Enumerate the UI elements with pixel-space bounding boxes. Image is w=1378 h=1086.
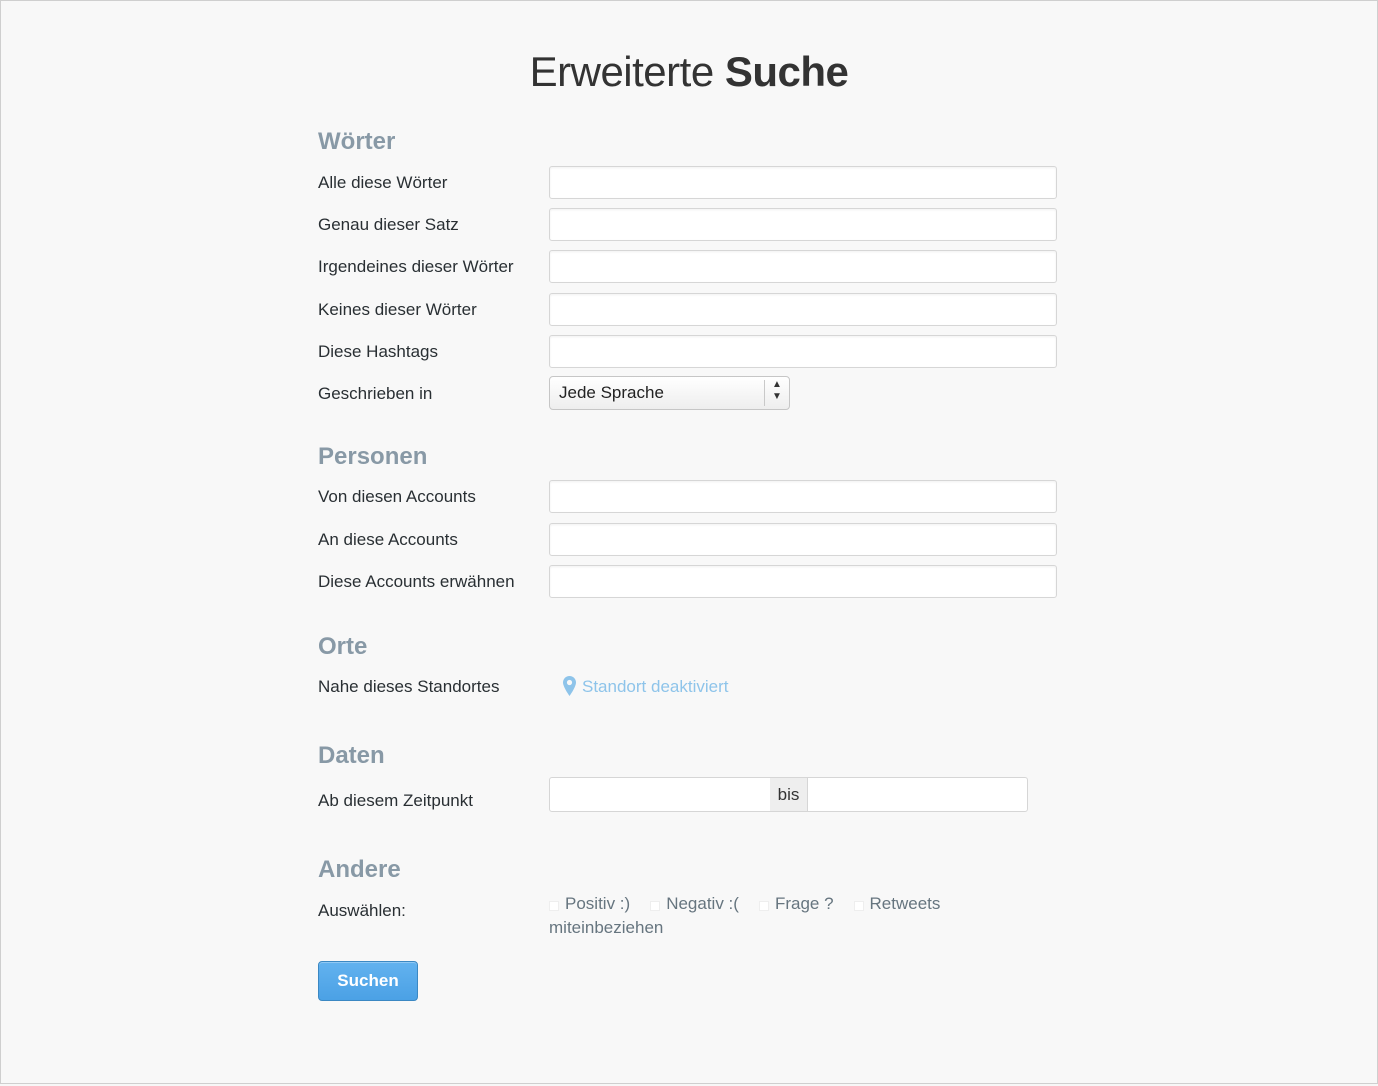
location-status: Standort deaktiviert (582, 677, 729, 696)
checkbox-question[interactable] (758, 901, 769, 911)
since-date-input[interactable] (549, 777, 771, 812)
until-date-input[interactable] (807, 777, 1028, 812)
none-words-input[interactable] (549, 293, 1057, 326)
to-accounts-label: An diese Accounts (318, 530, 458, 549)
language-select[interactable]: Jede Sprache ▲ ▼ (549, 376, 790, 410)
from-accounts-input[interactable] (549, 480, 1057, 513)
all-words-label: Alle diese Wörter (318, 173, 448, 192)
option-question-label: Frage ? (774, 894, 834, 913)
option-retweets[interactable]: Retweets (853, 894, 941, 913)
option-question[interactable]: Frage ? (758, 894, 834, 913)
language-select-value: Jede Sprache (559, 383, 664, 402)
date-separator: bis (770, 777, 807, 812)
near-location-label: Nahe dieses Standortes (318, 677, 500, 696)
any-words-input[interactable] (549, 250, 1057, 283)
select-label: Auswählen: (318, 901, 406, 920)
mention-accounts-input[interactable] (549, 565, 1057, 598)
option-negative-label: Negativ :( (666, 894, 739, 913)
select-divider (764, 380, 765, 406)
search-button[interactable]: Suchen (318, 961, 418, 1001)
from-accounts-label: Von diesen Accounts (318, 487, 476, 506)
retweets-label-continued: miteinbeziehen (549, 918, 664, 937)
checkbox-negative[interactable] (650, 901, 661, 911)
option-positive[interactable]: Positiv :) (549, 894, 630, 913)
page-title: Erweiterte Suche (0, 48, 1378, 96)
updown-arrows-icon: ▲ ▼ (772, 379, 782, 402)
section-heading-places: Orte (318, 633, 368, 660)
hashtags-input[interactable] (549, 335, 1057, 368)
option-retweets-label: Retweets (869, 894, 941, 913)
checkbox-positive[interactable] (549, 901, 559, 911)
hashtags-label: Diese Hashtags (318, 342, 439, 361)
map-pin-icon (563, 676, 576, 696)
to-accounts-input[interactable] (549, 523, 1057, 556)
mention-accounts-label: Diese Accounts erwähnen (318, 572, 515, 591)
none-words-label: Keines dieser Wörter (318, 300, 477, 319)
exact-phrase-input[interactable] (549, 208, 1057, 241)
any-words-label: Irgendeines dieser Wörter (318, 257, 514, 276)
exact-phrase-label: Genau dieser Satz (318, 215, 459, 234)
page-title-bold: Suche (724, 48, 849, 95)
language-label: Geschrieben in (318, 384, 433, 403)
option-positive-label: Positiv :) (565, 894, 631, 913)
all-words-input[interactable] (549, 166, 1057, 199)
page-title-light: Erweiterte (529, 48, 715, 95)
section-heading-people: Personen (318, 443, 428, 470)
since-date-label: Ab diesem Zeitpunkt (318, 791, 473, 810)
filter-options: Positiv :) Negativ :( Frage ? Retweets (549, 894, 940, 914)
location-toggle[interactable]: Standort deaktiviert (563, 676, 728, 697)
section-heading-words: Wörter (318, 128, 396, 155)
checkbox-retweets[interactable] (853, 901, 864, 911)
section-heading-other: Andere (318, 856, 401, 883)
option-negative[interactable]: Negativ :( (650, 894, 739, 913)
section-heading-dates: Daten (318, 742, 385, 769)
